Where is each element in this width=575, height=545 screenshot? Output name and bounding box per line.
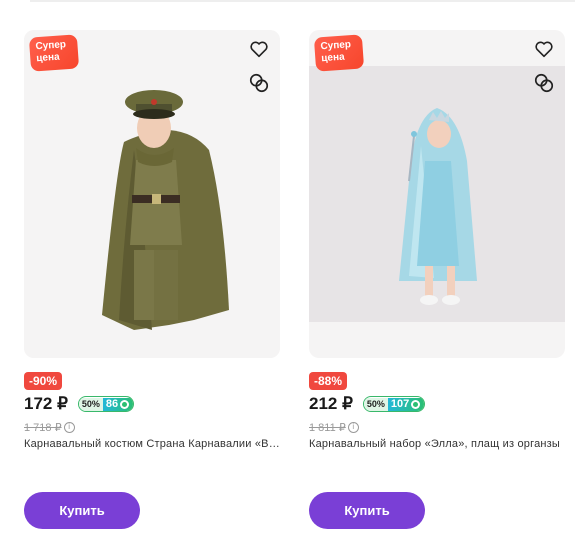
- product-card[interactable]: Супер цена -90% 172 ₽ 50% 86 1 718 ₽ i К…: [24, 30, 280, 529]
- current-price: 212 ₽: [309, 394, 353, 413]
- buy-button[interactable]: Купить: [24, 492, 140, 529]
- product-card[interactable]: Супер цена -88% 212 ₽ 50% 107 1 811 ₽ i …: [309, 30, 565, 529]
- info-icon[interactable]: i: [63, 421, 75, 433]
- cashback-bonus: 107: [387, 397, 425, 411]
- current-price: 172 ₽: [24, 394, 68, 413]
- cashback-percent: 50%: [78, 397, 103, 411]
- product-title[interactable]: Карнавальный костюм Страна Карнавалии «В…: [24, 438, 280, 450]
- boy-military-costume-image: [24, 30, 280, 358]
- cashback-bonus: 86: [102, 397, 134, 411]
- buy-button[interactable]: Купить: [309, 492, 425, 529]
- old-price: 1 811 ₽: [309, 421, 346, 434]
- cashback-bonus-value: 107: [390, 397, 410, 410]
- cashback-bonus-value: 86: [105, 397, 119, 410]
- bonus-coin-icon: [411, 399, 421, 409]
- info-icon[interactable]: i: [347, 421, 359, 433]
- product-title[interactable]: Карнавальный набор «Элла», плащ из орган…: [309, 438, 565, 450]
- bonus-coin-icon: [120, 399, 130, 409]
- old-price: 1 718 ₽: [24, 421, 62, 434]
- product-image[interactable]: Супер цена: [309, 30, 565, 358]
- cashback-badge: 50% 86: [77, 396, 135, 412]
- cashback-percent: 50%: [363, 397, 388, 411]
- super-price-badge: Супер цена: [28, 34, 80, 72]
- compare-icon[interactable]: [246, 70, 272, 96]
- heart-icon[interactable]: [246, 36, 272, 62]
- heart-icon[interactable]: [531, 36, 557, 62]
- discount-badge: -90%: [24, 372, 63, 390]
- cashback-badge: 50% 107: [362, 396, 426, 412]
- product-image[interactable]: Супер цена: [24, 30, 280, 358]
- super-price-badge: Супер цена: [313, 34, 365, 72]
- top-divider: [30, 0, 575, 2]
- discount-badge: -88%: [309, 372, 348, 390]
- girl-elsa-costume-image: [309, 66, 565, 322]
- compare-icon[interactable]: [531, 70, 557, 96]
